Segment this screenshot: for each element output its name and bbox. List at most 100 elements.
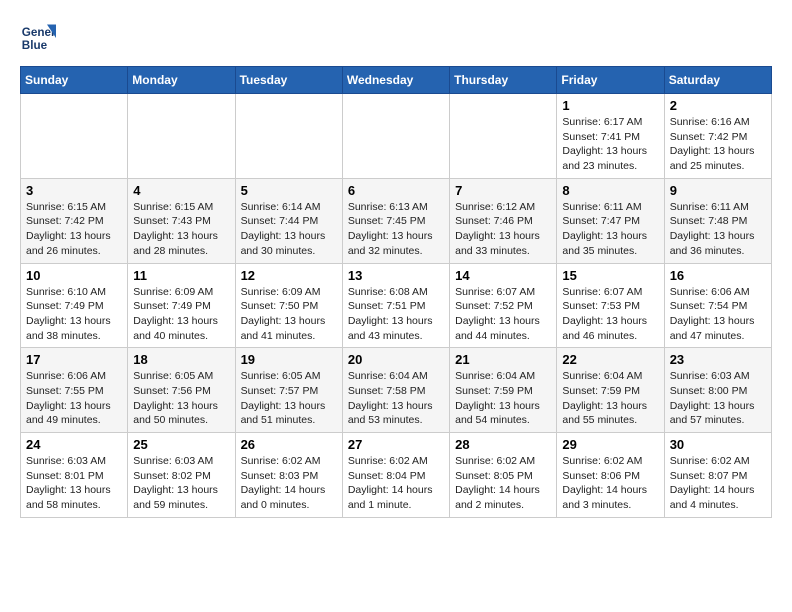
day-number: 28 [455,437,551,452]
calendar-cell: 3 Sunrise: 6:15 AM Sunset: 7:42 PM Daylig… [21,178,128,263]
weekday-header: Wednesday [342,67,449,94]
day-info: Sunrise: 6:12 AM Sunset: 7:46 PM Dayligh… [455,200,551,259]
day-number: 17 [26,352,122,367]
day-info: Sunrise: 6:04 AM Sunset: 7:59 PM Dayligh… [455,369,551,428]
day-info: Sunrise: 6:05 AM Sunset: 7:56 PM Dayligh… [133,369,229,428]
day-number: 14 [455,268,551,283]
weekday-header: Thursday [450,67,557,94]
day-number: 4 [133,183,229,198]
day-number: 22 [562,352,658,367]
calendar-cell: 29 Sunrise: 6:02 AM Sunset: 8:06 PM Dayli… [557,433,664,518]
day-info: Sunrise: 6:09 AM Sunset: 7:50 PM Dayligh… [241,285,337,344]
calendar-cell: 24 Sunrise: 6:03 AM Sunset: 8:01 PM Dayli… [21,433,128,518]
day-info: Sunrise: 6:07 AM Sunset: 7:53 PM Dayligh… [562,285,658,344]
day-info: Sunrise: 6:08 AM Sunset: 7:51 PM Dayligh… [348,285,444,344]
calendar-cell: 25Sunrise: 6:03 AM Sunset: 8:02 PM Dayli… [128,433,235,518]
calendar-cell: 23 Sunrise: 6:03 AM Sunset: 8:00 PM Dayli… [664,348,771,433]
calendar-cell: 21 Sunrise: 6:04 AM Sunset: 7:59 PM Dayli… [450,348,557,433]
day-number: 7 [455,183,551,198]
calendar-cell: 17 Sunrise: 6:06 AM Sunset: 7:55 PM Dayli… [21,348,128,433]
calendar-cell: 20 Sunrise: 6:04 AM Sunset: 7:58 PM Dayli… [342,348,449,433]
day-number: 23 [670,352,766,367]
day-number: 10 [26,268,122,283]
day-info: Sunrise: 6:02 AM Sunset: 8:05 PM Dayligh… [455,454,551,513]
logo: General Blue [20,20,60,56]
weekday-header: Monday [128,67,235,94]
calendar-body: 1 Sunrise: 6:17 AM Sunset: 7:41 PM Daylig… [21,94,772,518]
calendar-cell: 8Sunrise: 6:11 AM Sunset: 7:47 PM Daylig… [557,178,664,263]
calendar-cell: 7 Sunrise: 6:12 AM Sunset: 7:46 PM Daylig… [450,178,557,263]
day-number: 12 [241,268,337,283]
calendar-cell [450,94,557,179]
day-info: Sunrise: 6:11 AM Sunset: 7:47 PM Dayligh… [562,200,658,259]
day-info: Sunrise: 6:10 AM Sunset: 7:49 PM Dayligh… [26,285,122,344]
logo-icon: General Blue [20,20,56,56]
calendar-cell: 18Sunrise: 6:05 AM Sunset: 7:56 PM Dayli… [128,348,235,433]
calendar-table: SundayMondayTuesdayWednesdayThursdayFrid… [20,66,772,518]
calendar-cell: 28 Sunrise: 6:02 AM Sunset: 8:05 PM Dayli… [450,433,557,518]
calendar-cell: 10 Sunrise: 6:10 AM Sunset: 7:49 PM Dayli… [21,263,128,348]
day-number: 21 [455,352,551,367]
calendar-cell: 22 Sunrise: 6:04 AM Sunset: 7:59 PM Dayli… [557,348,664,433]
day-number: 3 [26,183,122,198]
weekday-header: Sunday [21,67,128,94]
day-info: Sunrise: 6:02 AM Sunset: 8:07 PM Dayligh… [670,454,766,513]
calendar-cell [128,94,235,179]
calendar-cell: 6 Sunrise: 6:13 AM Sunset: 7:45 PM Daylig… [342,178,449,263]
day-info: Sunrise: 6:07 AM Sunset: 7:52 PM Dayligh… [455,285,551,344]
day-number: 25 [133,437,229,452]
calendar-cell: 5 Sunrise: 6:14 AM Sunset: 7:44 PM Daylig… [235,178,342,263]
calendar-cell: 13 Sunrise: 6:08 AM Sunset: 7:51 PM Dayli… [342,263,449,348]
day-info: Sunrise: 6:16 AM Sunset: 7:42 PM Dayligh… [670,115,766,174]
day-info: Sunrise: 6:03 AM Sunset: 8:01 PM Dayligh… [26,454,122,513]
day-info: Sunrise: 6:15 AM Sunset: 7:43 PM Dayligh… [133,200,229,259]
day-number: 16 [670,268,766,283]
calendar-cell [21,94,128,179]
day-info: Sunrise: 6:02 AM Sunset: 8:04 PM Dayligh… [348,454,444,513]
calendar-cell: 19 Sunrise: 6:05 AM Sunset: 7:57 PM Dayli… [235,348,342,433]
weekday-header: Friday [557,67,664,94]
day-number: 15 [562,268,658,283]
day-number: 13 [348,268,444,283]
day-number: 27 [348,437,444,452]
day-info: Sunrise: 6:02 AM Sunset: 8:06 PM Dayligh… [562,454,658,513]
day-number: 29 [562,437,658,452]
day-info: Sunrise: 6:13 AM Sunset: 7:45 PM Dayligh… [348,200,444,259]
day-number: 26 [241,437,337,452]
page-header: General Blue [20,20,772,56]
day-info: Sunrise: 6:15 AM Sunset: 7:42 PM Dayligh… [26,200,122,259]
weekday-header: Tuesday [235,67,342,94]
calendar-cell: 16 Sunrise: 6:06 AM Sunset: 7:54 PM Dayli… [664,263,771,348]
day-info: Sunrise: 6:04 AM Sunset: 7:59 PM Dayligh… [562,369,658,428]
day-info: Sunrise: 6:04 AM Sunset: 7:58 PM Dayligh… [348,369,444,428]
calendar-cell: 9 Sunrise: 6:11 AM Sunset: 7:48 PM Daylig… [664,178,771,263]
calendar-cell: 11Sunrise: 6:09 AM Sunset: 7:49 PM Dayli… [128,263,235,348]
day-number: 1 [562,98,658,113]
day-number: 19 [241,352,337,367]
calendar-cell: 30 Sunrise: 6:02 AM Sunset: 8:07 PM Dayli… [664,433,771,518]
day-number: 5 [241,183,337,198]
calendar-cell: 2Sunrise: 6:16 AM Sunset: 7:42 PM Daylig… [664,94,771,179]
day-info: Sunrise: 6:06 AM Sunset: 7:55 PM Dayligh… [26,369,122,428]
day-info: Sunrise: 6:11 AM Sunset: 7:48 PM Dayligh… [670,200,766,259]
day-info: Sunrise: 6:05 AM Sunset: 7:57 PM Dayligh… [241,369,337,428]
day-info: Sunrise: 6:03 AM Sunset: 8:00 PM Dayligh… [670,369,766,428]
calendar-cell: 14 Sunrise: 6:07 AM Sunset: 7:52 PM Dayli… [450,263,557,348]
day-number: 20 [348,352,444,367]
day-info: Sunrise: 6:17 AM Sunset: 7:41 PM Dayligh… [562,115,658,174]
calendar-cell: 27 Sunrise: 6:02 AM Sunset: 8:04 PM Dayli… [342,433,449,518]
day-number: 24 [26,437,122,452]
weekday-header: Saturday [664,67,771,94]
calendar-cell: 1 Sunrise: 6:17 AM Sunset: 7:41 PM Daylig… [557,94,664,179]
day-number: 30 [670,437,766,452]
calendar-cell [235,94,342,179]
calendar-cell: 4 Sunrise: 6:15 AM Sunset: 7:43 PM Daylig… [128,178,235,263]
day-info: Sunrise: 6:14 AM Sunset: 7:44 PM Dayligh… [241,200,337,259]
day-number: 9 [670,183,766,198]
day-info: Sunrise: 6:02 AM Sunset: 8:03 PM Dayligh… [241,454,337,513]
calendar-cell [342,94,449,179]
day-info: Sunrise: 6:06 AM Sunset: 7:54 PM Dayligh… [670,285,766,344]
calendar-cell: 12 Sunrise: 6:09 AM Sunset: 7:50 PM Dayli… [235,263,342,348]
day-number: 6 [348,183,444,198]
calendar-cell: 15 Sunrise: 6:07 AM Sunset: 7:53 PM Dayli… [557,263,664,348]
